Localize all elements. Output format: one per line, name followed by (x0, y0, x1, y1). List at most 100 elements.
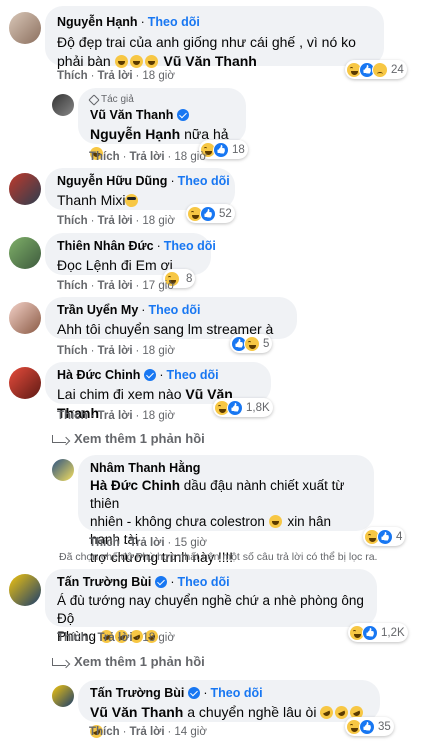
like-button[interactable]: Thích (57, 70, 88, 82)
comment-actions: Thích · Trả lời · 17 giờ (57, 280, 175, 292)
commenter-name[interactable]: Tấn Trường Bùi (57, 574, 151, 590)
view-more-replies-button[interactable]: Xem thêm 1 phản hồi (52, 654, 205, 669)
avatar[interactable] (52, 94, 74, 116)
timestamp[interactable]: 18 giờ (142, 215, 174, 227)
follow-button[interactable]: Theo dõi (178, 173, 230, 189)
like-button[interactable]: Thích (89, 726, 120, 738)
reaction-count: 18 (232, 143, 245, 156)
like-button[interactable]: Thích (89, 537, 120, 549)
timestamp[interactable]: 17 giờ (142, 280, 174, 292)
avatar[interactable] (52, 459, 74, 481)
commenter-name[interactable]: Thiên Nhân Đức (57, 238, 154, 254)
reply-button[interactable]: Trả lời (130, 537, 165, 549)
timestamp[interactable]: 18 giờ (142, 410, 174, 422)
like-icon (213, 141, 229, 158)
verified-badge-icon (177, 109, 190, 121)
comment-actions: Thích · Trả lời · 14 giờ (89, 726, 207, 738)
timestamp[interactable]: 14 giờ (174, 726, 206, 738)
comment-actions: Thích · Trả lời · 18 giờ (57, 70, 175, 82)
like-button[interactable]: Thích (57, 632, 88, 644)
comment-bubble: Trần Uyển My · Theo dõi Ahh tôi chuyển san… (45, 297, 297, 339)
commenter-name[interactable]: Hà Đức Chinh (57, 367, 140, 383)
reaction-summary[interactable]: 1,8K (213, 398, 273, 417)
avatar[interactable] (9, 302, 41, 334)
reply-button[interactable]: Trả lời (130, 726, 165, 738)
comment-actions: Thích · Trả lời · 18 giờ (57, 632, 175, 644)
avatar[interactable] (9, 12, 41, 44)
avatar[interactable] (52, 685, 74, 707)
reaction-summary[interactable]: 5 (230, 334, 273, 353)
verified-badge-icon (144, 369, 157, 381)
comment-bubble: Nguyễn Hạnh · Theo dõi Độ đẹp trai của anh… (45, 6, 384, 69)
comment-actions: Thích · Trả lời · 18 giờ (57, 410, 175, 422)
commenter-name[interactable]: Vũ Văn Thanh (90, 107, 173, 123)
comment-text: Á đù tướng nay chuyển nghề chứ a nhè phò… (57, 593, 364, 626)
reply-button[interactable]: Trả lời (98, 632, 133, 644)
pen-icon (88, 93, 100, 106)
author-tag: Tác giả (88, 93, 234, 106)
commenter-name[interactable]: Nhâm Thanh Hằng (90, 460, 200, 476)
commenter-name[interactable]: Nguyễn Hữu Dũng (57, 173, 167, 189)
comment-text: Lai chim đi xem nào (57, 386, 182, 402)
like-icon (377, 528, 393, 545)
like-button[interactable]: Thích (57, 215, 88, 227)
avatar[interactable] (9, 367, 41, 399)
cool-emoji (125, 194, 139, 207)
sad-icon (372, 61, 388, 78)
follow-button[interactable]: Theo dõi (164, 238, 216, 254)
view-more-replies-button[interactable]: Xem thêm 1 phản hồi (52, 431, 205, 446)
commenter-name[interactable]: Nguyễn Hạnh (57, 14, 138, 30)
reply-button[interactable]: Trả lời (98, 280, 133, 292)
timestamp[interactable]: 18 giờ (142, 632, 174, 644)
timestamp[interactable]: 18 giờ (142, 70, 174, 82)
follow-button[interactable]: Theo dõi (211, 685, 263, 701)
reaction-count: 4 (396, 530, 403, 543)
reaction-summary[interactable]: 4 (363, 527, 406, 546)
rofl-emoji (318, 703, 336, 722)
like-button[interactable]: Thích (57, 410, 88, 422)
reply-button[interactable]: Trả lời (98, 410, 133, 422)
reaction-summary[interactable]: 1,2K (348, 623, 408, 642)
like-button[interactable]: Thích (57, 345, 88, 357)
follow-button[interactable]: Theo dõi (167, 367, 219, 383)
comment-text: nhiên - không chưa colestron (90, 514, 265, 529)
comment-bubble: Tấn Trường Bùi · Theo dõi Vũ Văn Thanh a c… (78, 680, 380, 741)
reply-button[interactable]: Trả lời (98, 215, 133, 227)
reaction-summary[interactable]: 52 (186, 204, 235, 223)
verified-badge-icon (188, 687, 201, 699)
mention-link[interactable]: Nguyễn Hạnh (90, 126, 180, 142)
mention-link[interactable]: Vũ Văn Thanh (90, 704, 183, 720)
reaction-summary[interactable]: 24 (345, 60, 407, 79)
timestamp[interactable]: 18 giờ (142, 345, 174, 357)
comment-text: a chuyển nghề lâu òi (187, 704, 317, 720)
comment-bubble: Tác giả Vũ Văn Thanh Nguyễn Hạnh nữa hả (78, 88, 246, 160)
comment-bubble: Tấn Trường Bùi · Theo dõi Á đù tướng nay c… (45, 569, 377, 646)
timestamp[interactable]: 15 giờ (174, 537, 206, 549)
mention-link[interactable]: Hà Đức Chinh (90, 478, 180, 493)
mention-link[interactable]: Vũ Văn Thanh (164, 53, 257, 69)
reaction-summary[interactable]: 35 (345, 717, 394, 736)
follow-button[interactable]: Theo dõi (148, 14, 200, 30)
like-button[interactable]: Thích (57, 280, 88, 292)
reply-arrow-icon (52, 657, 66, 666)
timestamp[interactable]: 18 giờ (174, 151, 206, 163)
reply-button[interactable]: Trả lời (98, 345, 133, 357)
avatar[interactable] (9, 173, 41, 205)
commenter-name[interactable]: Trần Uyển My (57, 302, 138, 318)
reply-arrow-icon (52, 434, 66, 443)
follow-button[interactable]: Theo dõi (148, 302, 200, 318)
avatar[interactable] (9, 574, 41, 606)
comment-actions: Thích · Trả lời · 18 giờ (57, 345, 175, 357)
reply-button[interactable]: Trả lời (130, 151, 165, 163)
like-button[interactable]: Thích (89, 151, 120, 163)
follow-button[interactable]: Theo dõi (178, 574, 230, 590)
filter-note: Đã chọn chế độ Phù hợp nhất nên một số c… (59, 551, 378, 563)
comment-actions: Thích · Trả lời · 18 giờ (57, 215, 175, 227)
comment-text: Thanh Mixi (57, 192, 126, 208)
avatar[interactable] (9, 237, 41, 269)
reply-button[interactable]: Trả lời (98, 70, 133, 82)
reaction-count: 1,8K (246, 401, 270, 414)
commenter-name[interactable]: Tấn Trường Bùi (90, 685, 184, 701)
like-icon (227, 399, 243, 416)
reaction-count: 5 (263, 337, 270, 350)
